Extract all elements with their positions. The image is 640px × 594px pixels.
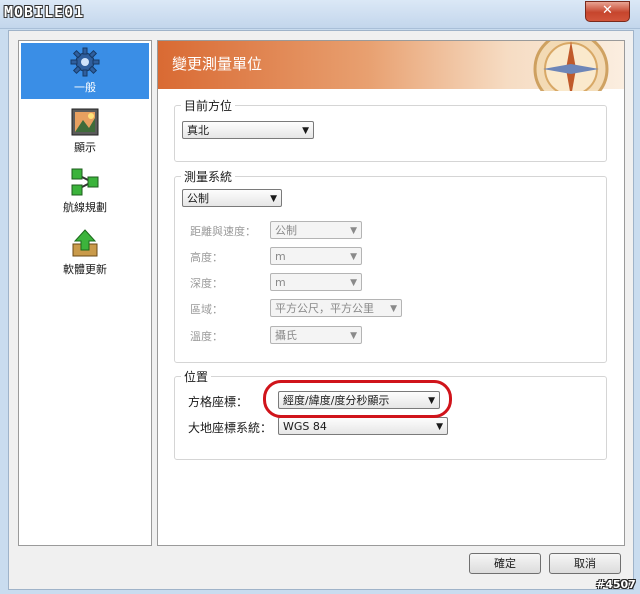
area-dropdown[interactable]: 平方公尺，平方公里 ▼ [270, 299, 402, 317]
distance-speed-dropdown[interactable]: 公制 ▼ [270, 221, 362, 239]
sidebar-item-label: 一般 [74, 81, 96, 94]
chevron-down-icon: ▼ [436, 422, 443, 432]
altitude-label: 高度： [190, 251, 223, 264]
area-label: 區域： [190, 303, 223, 316]
dropdown-value: m [275, 250, 286, 263]
chevron-down-icon: ▼ [350, 226, 357, 236]
dropdown-value: 公制 [275, 224, 297, 237]
chevron-down-icon: ▼ [350, 278, 357, 288]
sidebar-item-display[interactable]: 顯示 [21, 103, 149, 159]
depth-label: 深度： [190, 277, 223, 290]
dropdown-value: 真北 [187, 124, 209, 137]
close-button[interactable]: ✕ [585, 1, 630, 22]
annotation-highlight-ring [263, 380, 452, 418]
chevron-down-icon: ▼ [390, 304, 397, 314]
chevron-down-icon: ▼ [350, 331, 357, 341]
chevron-down-icon: ▼ [302, 126, 309, 136]
measurement-system-dropdown[interactable]: 公制 ▼ [182, 189, 282, 207]
geodetic-datum-label: 大地座標系統： [188, 421, 273, 435]
dropdown-value: 攝氏 [275, 329, 297, 342]
dropdown-value: WGS 84 [283, 420, 327, 433]
display-picture-icon [71, 108, 99, 136]
compass-icon [533, 41, 609, 91]
sidebar-item-label: 航線規劃 [63, 201, 107, 214]
page-title: 變更測量單位 [172, 55, 263, 73]
temperature-dropdown[interactable]: 攝氏 ▼ [270, 326, 362, 344]
chevron-down-icon: ▼ [350, 252, 357, 262]
depth-dropdown[interactable]: m ▼ [270, 273, 362, 291]
sidebar-item-label: 顯示 [74, 141, 96, 154]
brand-logo: MOBILE01 [4, 3, 85, 21]
window-titlebar: MOBILE01 ✕ [0, 0, 640, 29]
grid-coordinate-label: 方格座標： [188, 395, 249, 409]
group-title: 目前方位 [181, 97, 236, 114]
orientation-dropdown[interactable]: 真北 ▼ [182, 121, 314, 139]
ok-button[interactable]: 確定 [469, 553, 541, 574]
sidebar-item-route-planning[interactable]: 航線規劃 [21, 163, 149, 219]
sidebar-item-software-update[interactable]: 軟體更新 [21, 225, 149, 281]
dropdown-value: 公制 [187, 192, 209, 205]
sidebar-item-label: 軟體更新 [63, 263, 107, 276]
temperature-label: 溫度： [190, 330, 223, 343]
category-sidebar: 一般 顯示 航線規劃 軟體更新 [18, 40, 152, 546]
dropdown-value: m [275, 276, 286, 289]
geodetic-datum-dropdown[interactable]: WGS 84 ▼ [278, 417, 448, 435]
group-title: 測量系統 [181, 168, 236, 185]
software-update-arrow-icon [72, 229, 98, 257]
header-banner: 變更測量單位 [158, 41, 624, 91]
distance-speed-label: 距離與速度： [190, 225, 256, 238]
cancel-button[interactable]: 取消 [549, 553, 621, 574]
chevron-down-icon: ▼ [270, 194, 277, 204]
watermark-label: #4507 [596, 578, 636, 591]
group-title: 位置 [181, 368, 212, 385]
route-flowchart-icon [71, 168, 99, 196]
settings-panel: 變更測量單位 目前方位 真北 ▼ 測量系統 公制 ▼ 距離與速度： 公制 ▼ 高… [157, 40, 625, 546]
sidebar-item-general[interactable]: 一般 [21, 43, 149, 99]
altitude-dropdown[interactable]: m ▼ [270, 247, 362, 265]
gear-icon [70, 47, 100, 77]
dropdown-value: 平方公尺，平方公里 [275, 302, 374, 315]
